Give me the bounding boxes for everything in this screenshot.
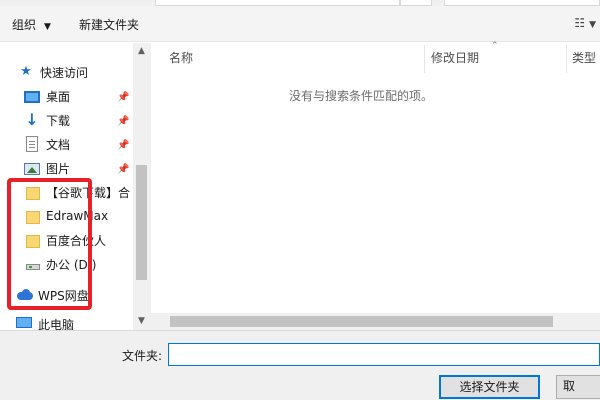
- pin-icon: 📌: [117, 116, 130, 127]
- pictures-icon: [24, 162, 40, 175]
- organize-menu-button[interactable]: 组织 ▼: [12, 16, 51, 33]
- nav-item-label: 快速访问: [40, 65, 89, 80]
- star-icon: ★: [20, 64, 32, 79]
- cloud-icon: [16, 287, 34, 303]
- nav-item-label: EdrawMax: [46, 209, 109, 223]
- nav-item-drive-d[interactable]: 办公 (D:): [26, 253, 133, 275]
- computer-icon: [16, 317, 32, 328]
- pin-icon: 📌: [117, 92, 130, 103]
- cancel-button[interactable]: 取: [556, 375, 600, 399]
- new-folder-button[interactable]: 新建文件夹: [79, 16, 139, 33]
- horizontal-scrollbar[interactable]: [151, 313, 600, 330]
- nav-item-label: 下载: [46, 113, 71, 128]
- scrollbar-thumb[interactable]: [170, 316, 553, 327]
- document-icon: [26, 136, 38, 152]
- folder-icon: [26, 210, 40, 224]
- nav-item-label: 桌面: [46, 89, 71, 104]
- toolbar: 组织 ▼ 新建文件夹 ☷ ▼: [0, 6, 600, 42]
- nav-scrollbar[interactable]: ▲ ▼: [133, 43, 150, 330]
- nav-item-label: 办公 (D:): [46, 257, 97, 272]
- nav-item-label: 此电脑: [38, 318, 75, 330]
- nav-item-label: WPS网盘: [38, 288, 89, 303]
- nav-item-folder-google-downloads[interactable]: 【谷歌下载】合: [26, 181, 133, 203]
- folder-name-input[interactable]: [168, 343, 600, 366]
- scroll-down-icon[interactable]: ▼: [133, 313, 150, 329]
- chevron-down-icon: ▼: [589, 20, 596, 30]
- column-header-type[interactable]: 类型: [572, 43, 596, 73]
- sort-caret-icon: ⌃: [491, 41, 499, 51]
- scroll-up-icon[interactable]: ▲: [133, 43, 150, 59]
- column-header-name[interactable]: 名称: [169, 43, 193, 73]
- view-options-icon: ☷: [574, 16, 586, 30]
- navigation-pane: ★ 快速访问 桌面 📌 ↓ 下载 📌 文档 📌 图片 📌 【谷歌下载】合 Edr…: [0, 43, 150, 330]
- pin-icon: 📌: [117, 140, 130, 151]
- column-header-date-modified[interactable]: 修改日期: [431, 43, 479, 73]
- download-arrow-icon: ↓: [25, 110, 39, 129]
- empty-results-message: 没有与搜索条件匹配的项。: [288, 89, 433, 103]
- column-divider[interactable]: [566, 45, 567, 73]
- select-folder-button[interactable]: 选择文件夹: [439, 375, 540, 399]
- folder-field-label: 文件夹:: [122, 349, 163, 363]
- scrollbar-thumb[interactable]: [136, 165, 147, 280]
- dialog-footer: 文件夹: 选择文件夹 取: [0, 330, 600, 400]
- file-list-pane: 名称 ⌃ 修改日期 类型 没有与搜索条件匹配的项。: [151, 41, 600, 330]
- drive-icon: [26, 264, 40, 270]
- pin-icon: 📌: [117, 164, 130, 175]
- desktop-icon: [24, 90, 40, 103]
- nav-item-label: 百度合伙人: [46, 233, 107, 248]
- nav-item-label: 图片: [46, 161, 71, 176]
- nav-item-this-pc[interactable]: 此电脑: [16, 316, 133, 330]
- folder-icon: [26, 234, 40, 248]
- chevron-down-icon: ▼: [44, 22, 51, 32]
- nav-item-quick-access[interactable]: ★ 快速访问: [18, 61, 151, 83]
- nav-item-label: 【谷歌下载】合: [46, 185, 131, 200]
- nav-item-label: 文档: [46, 137, 71, 152]
- nav-item-folder-baidu-partner[interactable]: 百度合伙人: [26, 229, 133, 251]
- organize-label: 组织: [12, 18, 37, 32]
- nav-item-folder-edrawmax[interactable]: EdrawMax: [26, 205, 133, 227]
- nav-item-wps-cloud[interactable]: WPS网盘: [16, 284, 133, 306]
- view-options-button[interactable]: ☷ ▼: [574, 16, 596, 30]
- folder-icon: [26, 186, 40, 200]
- column-divider[interactable]: [424, 45, 425, 73]
